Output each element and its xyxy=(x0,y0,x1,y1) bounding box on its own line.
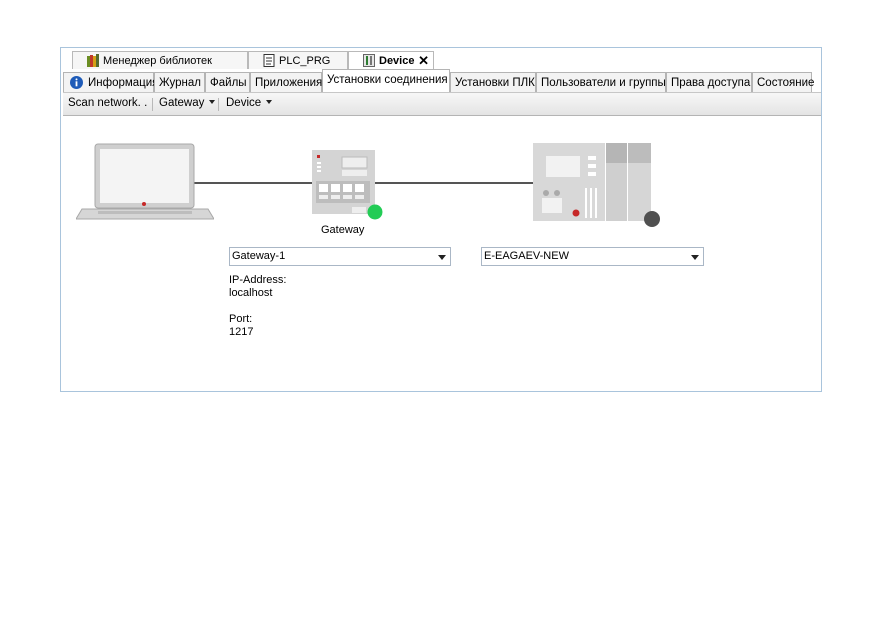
tab-users-groups[interactable]: Пользователи и группы xyxy=(536,72,666,92)
port-label: Port: xyxy=(229,313,253,325)
ip-address-value: localhost xyxy=(229,287,273,299)
gateway-menu-button[interactable]: Gateway xyxy=(159,97,216,109)
ip-address-label: IP-Address: xyxy=(229,274,287,286)
tab-label: Состояние xyxy=(757,77,815,89)
close-icon[interactable]: ✕ xyxy=(418,52,429,70)
device-status-dot xyxy=(644,211,660,227)
device-icon xyxy=(363,54,375,67)
tab-label: Установки ПЛК xyxy=(455,77,535,89)
gateway-caption: Gateway xyxy=(321,224,365,236)
plc-device-icon[interactable] xyxy=(533,143,663,229)
gateway-select[interactable]: Gateway-1 xyxy=(229,247,451,266)
chevron-down-icon[interactable] xyxy=(438,255,446,260)
tab-label: Права доступа xyxy=(671,77,751,89)
tab-communication-settings[interactable]: Установки соединения xyxy=(322,69,450,92)
tab-plc-prg[interactable]: PLC_PRG xyxy=(248,51,348,69)
port-value: 1217 xyxy=(229,326,254,338)
chevron-down-icon xyxy=(266,100,273,104)
chevron-down-icon[interactable] xyxy=(691,255,699,260)
tab-files[interactable]: Файлы xyxy=(205,72,250,92)
gateway-icon[interactable] xyxy=(312,150,384,222)
library-manager-icon xyxy=(87,54,99,67)
device-menu-button[interactable]: Device xyxy=(226,97,273,109)
gateway-menu-label: Gateway xyxy=(159,97,205,109)
tab-label: Установки соединения xyxy=(327,74,448,86)
chevron-down-icon xyxy=(209,100,216,104)
tab-label: Журнал xyxy=(159,77,201,89)
tab-label: Пользователи и группы xyxy=(541,77,666,89)
toolbar-separator xyxy=(152,98,153,111)
gateway-status-dot xyxy=(367,204,383,220)
connection-line-gateway-device xyxy=(375,182,535,184)
device-menu-label: Device xyxy=(226,97,262,109)
tab-plc-settings[interactable]: Установки ПЛК xyxy=(450,72,536,92)
tab-status[interactable]: Состояние xyxy=(752,72,815,92)
tab-label: PLC_PRG xyxy=(279,55,331,67)
tab-library-manager[interactable]: Менеджер библиотек xyxy=(72,51,248,69)
toolbar: Scan network. . Gateway Device xyxy=(63,92,821,116)
program-file-icon xyxy=(263,54,275,67)
tab-information[interactable]: Информация xyxy=(63,72,158,92)
toolbar-separator xyxy=(218,98,219,111)
tab-access-rights[interactable]: Права доступа xyxy=(666,72,752,92)
info-icon xyxy=(70,76,83,89)
tab-label: Менеджер библиотек xyxy=(103,55,212,67)
tab-log[interactable]: Журнал xyxy=(154,72,205,92)
tab-device[interactable]: Device ✕ xyxy=(348,51,434,69)
tab-applications[interactable]: Приложения xyxy=(250,72,322,92)
tab-label: Device xyxy=(379,55,415,67)
gateway-select-value: Gateway-1 xyxy=(232,250,286,262)
device-select[interactable]: E-EAGAEV-NEW xyxy=(481,247,704,266)
tab-label: Файлы xyxy=(210,77,247,89)
scan-network-button[interactable]: Scan network. . xyxy=(68,97,147,109)
tab-label: Информация xyxy=(88,77,159,89)
device-select-value: E-EAGAEV-NEW xyxy=(484,250,569,262)
tab-label: Приложения xyxy=(255,77,323,89)
computer-icon xyxy=(76,143,214,220)
